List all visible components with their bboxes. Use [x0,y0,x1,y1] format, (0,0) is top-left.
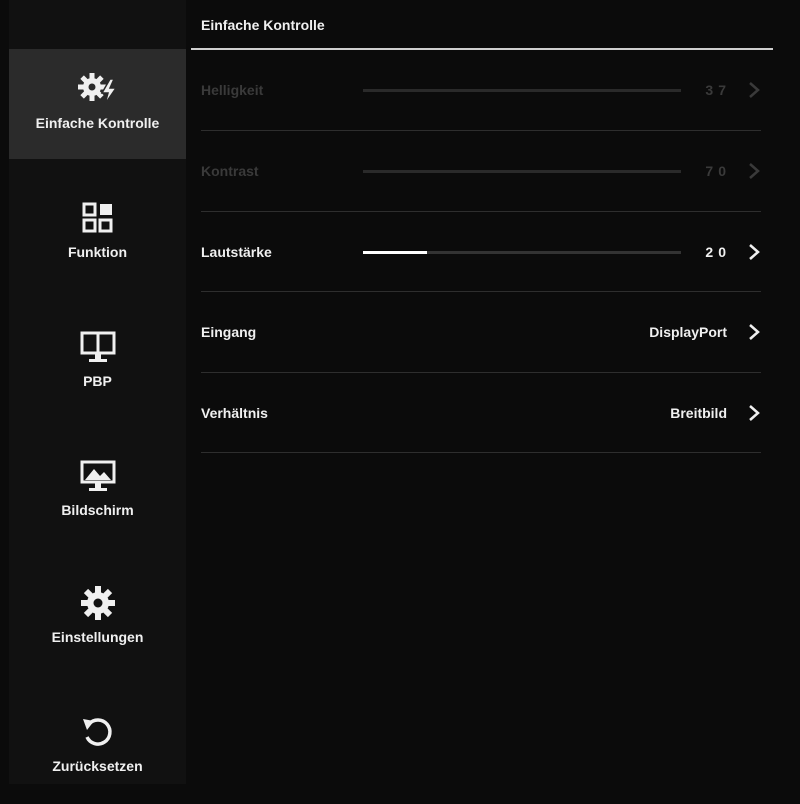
brightness-slider[interactable] [363,89,681,92]
setting-row-verhaeltnis[interactable]: Verhältnis Breitbild [201,373,761,453]
contrast-slider[interactable] [363,170,681,173]
sidebar: Einfache Kontrolle Funktion PBP Bildschi… [9,0,186,784]
reset-icon [78,712,118,752]
chevron-right-icon[interactable] [747,243,761,261]
slider-fill [363,170,586,173]
setting-label: Helligkeit [201,82,264,98]
sidebar-item-einfache-kontrolle[interactable]: Einfache Kontrolle [9,49,186,159]
split-monitor-icon [78,327,118,367]
setting-row-helligkeit[interactable]: Helligkeit 37 [201,50,761,130]
page-title: Einfache Kontrolle [201,17,325,33]
volume-slider[interactable] [363,251,681,254]
setting-label: Lautstärke [201,244,272,260]
chevron-right-icon[interactable] [747,81,761,99]
setting-value: 70 [705,163,731,179]
gear-lightning-icon [77,69,118,109]
setting-value: 37 [705,82,731,98]
setting-row-kontrast[interactable]: Kontrast 70 [201,131,761,211]
setting-label: Eingang [201,324,257,340]
sidebar-item-label: Funktion [67,244,128,260]
sidebar-item-zuruecksetzen[interactable]: Zurücksetzen [9,694,186,804]
chevron-right-icon[interactable] [747,162,761,180]
sidebar-item-label: Zurücksetzen [52,758,143,774]
chevron-right-icon[interactable] [747,404,761,422]
grid-icon [78,198,118,238]
slider-fill [363,251,427,254]
sidebar-item-funktion[interactable]: Funktion [9,178,186,288]
sidebar-item-bildschirm[interactable]: Bildschirm [9,436,186,546]
setting-label: Kontrast [201,163,259,179]
setting-value: 20 [705,244,731,260]
sidebar-item-label: Einstellungen [51,629,144,645]
row-divider [201,452,761,453]
sidebar-item-label: Bildschirm [61,502,134,518]
sidebar-item-label: PBP [83,373,112,389]
sidebar-item-label: Einfache Kontrolle [35,115,160,131]
setting-row-lautstaerke[interactable]: Lautstärke 20 [201,212,761,292]
sidebar-item-einstellungen[interactable]: Einstellungen [9,565,186,675]
sidebar-item-pbp[interactable]: PBP [9,307,186,417]
setting-label: Verhältnis [201,405,268,421]
setting-value: Breitbild [670,405,727,421]
setting-value: DisplayPort [649,324,727,340]
gear-icon [78,583,118,623]
slider-fill [363,89,481,92]
setting-row-eingang[interactable]: Eingang DisplayPort [201,292,761,372]
monitor-image-icon [78,456,118,496]
chevron-right-icon[interactable] [747,323,761,341]
